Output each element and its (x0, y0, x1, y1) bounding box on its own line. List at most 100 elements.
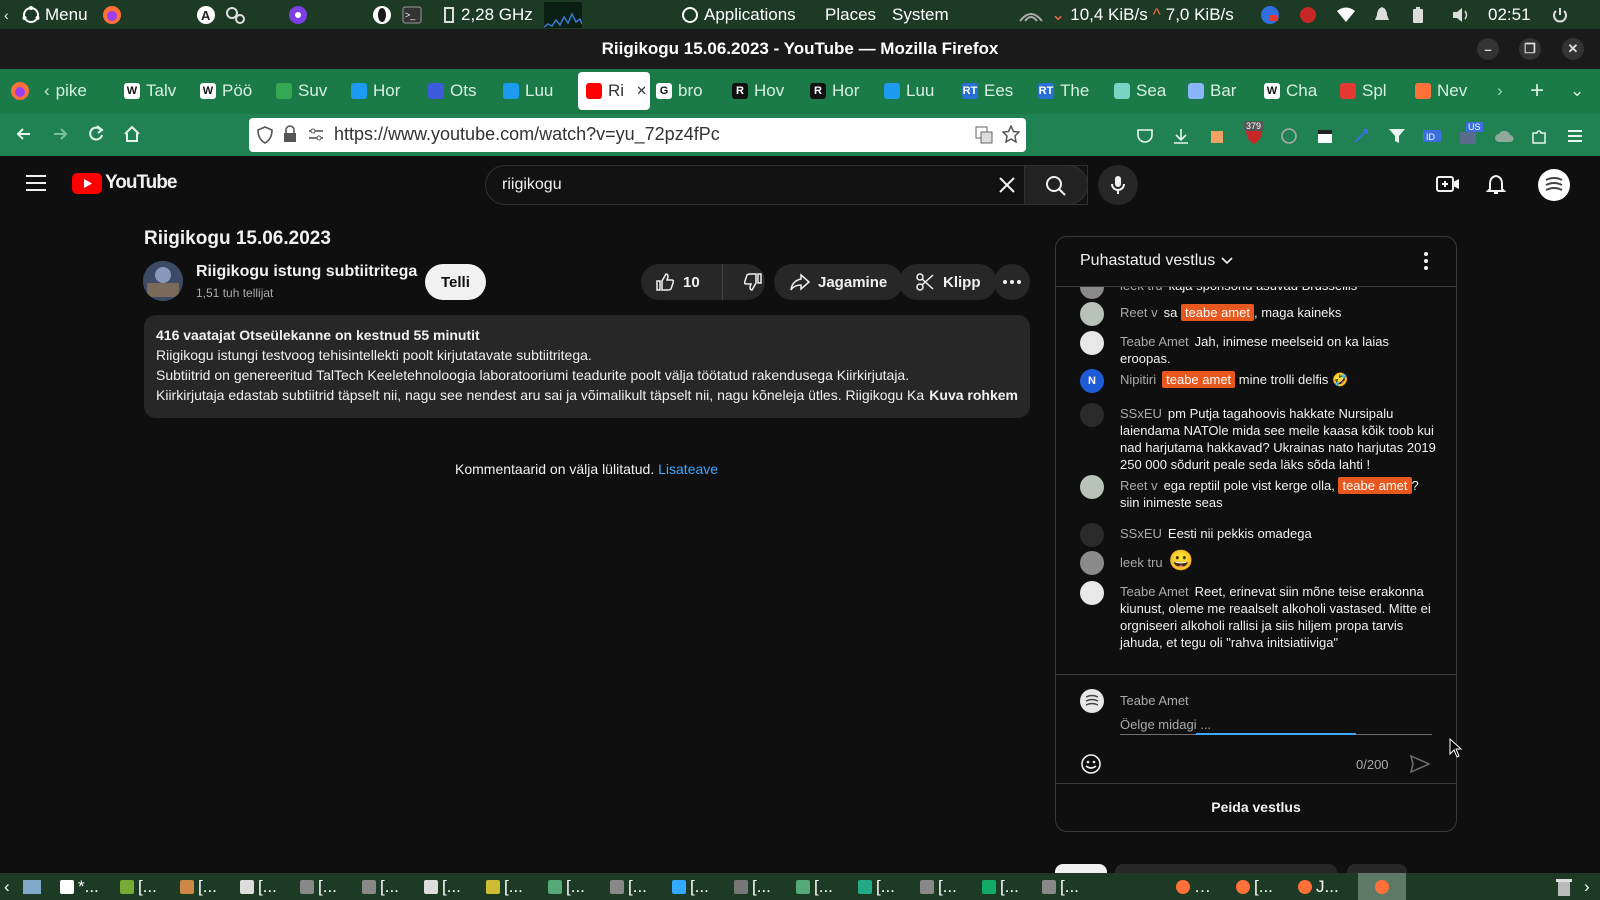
taskbar-window-button[interactable]: [... (240, 873, 277, 900)
back-arrow-icon[interactable] (14, 124, 34, 144)
taskbar-window-button[interactable]: [... (300, 873, 337, 900)
taskbar-window-button[interactable]: [... (982, 873, 1019, 900)
firefox-view-button[interactable] (10, 72, 32, 110)
chat-author[interactable]: SSxEU (1120, 406, 1162, 421)
video-description[interactable]: 416 vaatajat Otseülekanne on kestnud 55 … (144, 315, 1030, 418)
new-tab-button[interactable]: + (1530, 72, 1550, 110)
tab[interactable]: Nev (1415, 72, 1481, 110)
extension-2-icon[interactable] (1280, 127, 1298, 145)
extension-3-icon[interactable] (1352, 127, 1370, 145)
permissions-icon[interactable] (307, 127, 325, 143)
taskbar-scroll-left[interactable]: ‹ (4, 873, 10, 900)
chat-author[interactable]: Teabe Amet (1120, 584, 1189, 599)
taskbar-window-button[interactable]: [... (424, 873, 461, 900)
taskbar-window-button[interactable]: [... (858, 873, 895, 900)
dislike-button[interactable] (731, 264, 763, 300)
search-input[interactable]: riigikogu (485, 165, 1088, 205)
share-button[interactable]: Jagamine (774, 264, 904, 300)
url-bar[interactable]: https://www.youtube.com/watch?v=yu_72pz4… (249, 118, 1026, 152)
show-more-button[interactable]: Kuva rohkem (925, 385, 1018, 405)
panel-scroll-left[interactable]: ‹ (4, 0, 9, 29)
chat-author[interactable]: Reet v (1120, 305, 1158, 320)
wifi-icon[interactable] (1336, 0, 1356, 29)
tab[interactable]: Spl (1340, 72, 1406, 110)
tray-app-icon[interactable] (1260, 0, 1280, 29)
home-icon[interactable] (122, 124, 142, 144)
tab[interactable]: W Talv (124, 72, 190, 110)
opera-icon[interactable] (372, 0, 392, 29)
applications-menu[interactable]: Applications (681, 0, 796, 29)
filter-icon[interactable] (1388, 128, 1406, 144)
taskbar-window-button[interactable]: [... (796, 873, 833, 900)
chat-avatar[interactable] (1080, 581, 1104, 605)
id-ext-icon[interactable]: ID (1422, 128, 1442, 144)
tab[interactable]: W Cha (1264, 72, 1330, 110)
system-menu[interactable]: System (892, 0, 949, 29)
tab[interactable]: ‹ pike (44, 72, 110, 110)
tab[interactable]: Sea (1114, 72, 1180, 110)
tabs-scroll-right[interactable]: › (1497, 72, 1513, 110)
lock-icon[interactable] (283, 125, 297, 143)
emoji-button[interactable] (1080, 753, 1102, 775)
taskbar-window-button[interactable]: [... (672, 873, 709, 900)
list-all-tabs-button[interactable]: ⌄ (1570, 72, 1590, 110)
hide-chat-button[interactable]: Peida vestlus (1056, 783, 1456, 831)
taskbar-window-button[interactable]: [... (120, 873, 157, 900)
chat-avatar[interactable]: N (1080, 369, 1104, 393)
tab[interactable]: Hor (351, 72, 417, 110)
taskbar-window-button[interactable]: [... (610, 873, 647, 900)
taskbar-window-button[interactable]: *... (60, 873, 99, 900)
close-window-button[interactable]: ✕ (1562, 38, 1584, 60)
learn-more-link[interactable]: Lisateave (658, 461, 718, 477)
chat-author[interactable]: Teabe Amet (1120, 334, 1189, 349)
record-icon[interactable] (1298, 0, 1318, 29)
taskbar-window-button[interactable]: [... (1042, 873, 1079, 900)
settings-gears-icon[interactable] (224, 0, 246, 29)
tab[interactable]: Luu (503, 72, 569, 110)
trash-icon[interactable] (1555, 873, 1573, 900)
taskbar-window-button[interactable]: [... (1236, 873, 1273, 900)
tab-active[interactable]: Ri ✕ (578, 72, 650, 110)
volume-icon[interactable] (1451, 0, 1471, 29)
battery-icon[interactable] (1412, 0, 1424, 29)
chat-avatar[interactable] (1080, 302, 1104, 326)
taskbar-window-button[interactable]: [... (734, 873, 771, 900)
extensions-puzzle-icon[interactable] (1530, 127, 1548, 145)
taskbar-window-button[interactable]: … (1176, 873, 1211, 900)
tab[interactable]: Gbro (656, 72, 722, 110)
tab[interactable]: Suv (276, 72, 342, 110)
minimize-button[interactable]: – (1477, 38, 1499, 60)
tab[interactable]: R Hov (732, 72, 798, 110)
like-button[interactable]: 10 (641, 264, 723, 300)
tab[interactable]: Luu (884, 72, 950, 110)
show-desktop-button[interactable] (22, 873, 42, 900)
pocket-icon[interactable] (1136, 127, 1154, 145)
podcast-app-icon[interactable] (288, 0, 308, 29)
chat-author[interactable]: Reet v (1120, 478, 1158, 493)
tab[interactable]: Ots (428, 72, 494, 110)
calendar-ext-icon[interactable] (1316, 127, 1334, 145)
taskbar-window-button[interactable]: [... (548, 873, 585, 900)
clock[interactable]: 02:51 (1488, 0, 1531, 29)
channel-name[interactable]: Riigikogu istung subtiitritega (196, 263, 417, 281)
clear-search-icon[interactable] (998, 176, 1016, 194)
tab[interactable]: R Hor (810, 72, 876, 110)
youtube-logo[interactable]: YouTube (72, 172, 177, 194)
subscribe-button[interactable]: Telli (425, 264, 486, 300)
notifications-bell-icon[interactable] (1374, 0, 1390, 29)
app-menu-icon[interactable] (1566, 127, 1584, 145)
notifications-icon[interactable] (1486, 174, 1506, 196)
places-menu[interactable]: Places (825, 0, 876, 29)
terminal-icon[interactable]: >_ (402, 0, 422, 29)
taskbar-window-button[interactable]: [... (180, 873, 217, 900)
power-icon[interactable] (1552, 0, 1568, 29)
create-video-icon[interactable] (1436, 174, 1460, 194)
reload-icon[interactable] (86, 124, 106, 144)
a-launcher-icon[interactable]: A (196, 0, 216, 29)
send-button[interactable] (1410, 755, 1430, 773)
close-tab-icon[interactable]: ✕ (636, 83, 647, 99)
chat-message-input[interactable]: Öelge midagi ... (1120, 713, 1432, 735)
taskbar-window-button[interactable]: J... (1298, 873, 1339, 900)
menu-button[interactable]: Menu (22, 0, 88, 29)
voice-search-button[interactable] (1098, 165, 1138, 205)
